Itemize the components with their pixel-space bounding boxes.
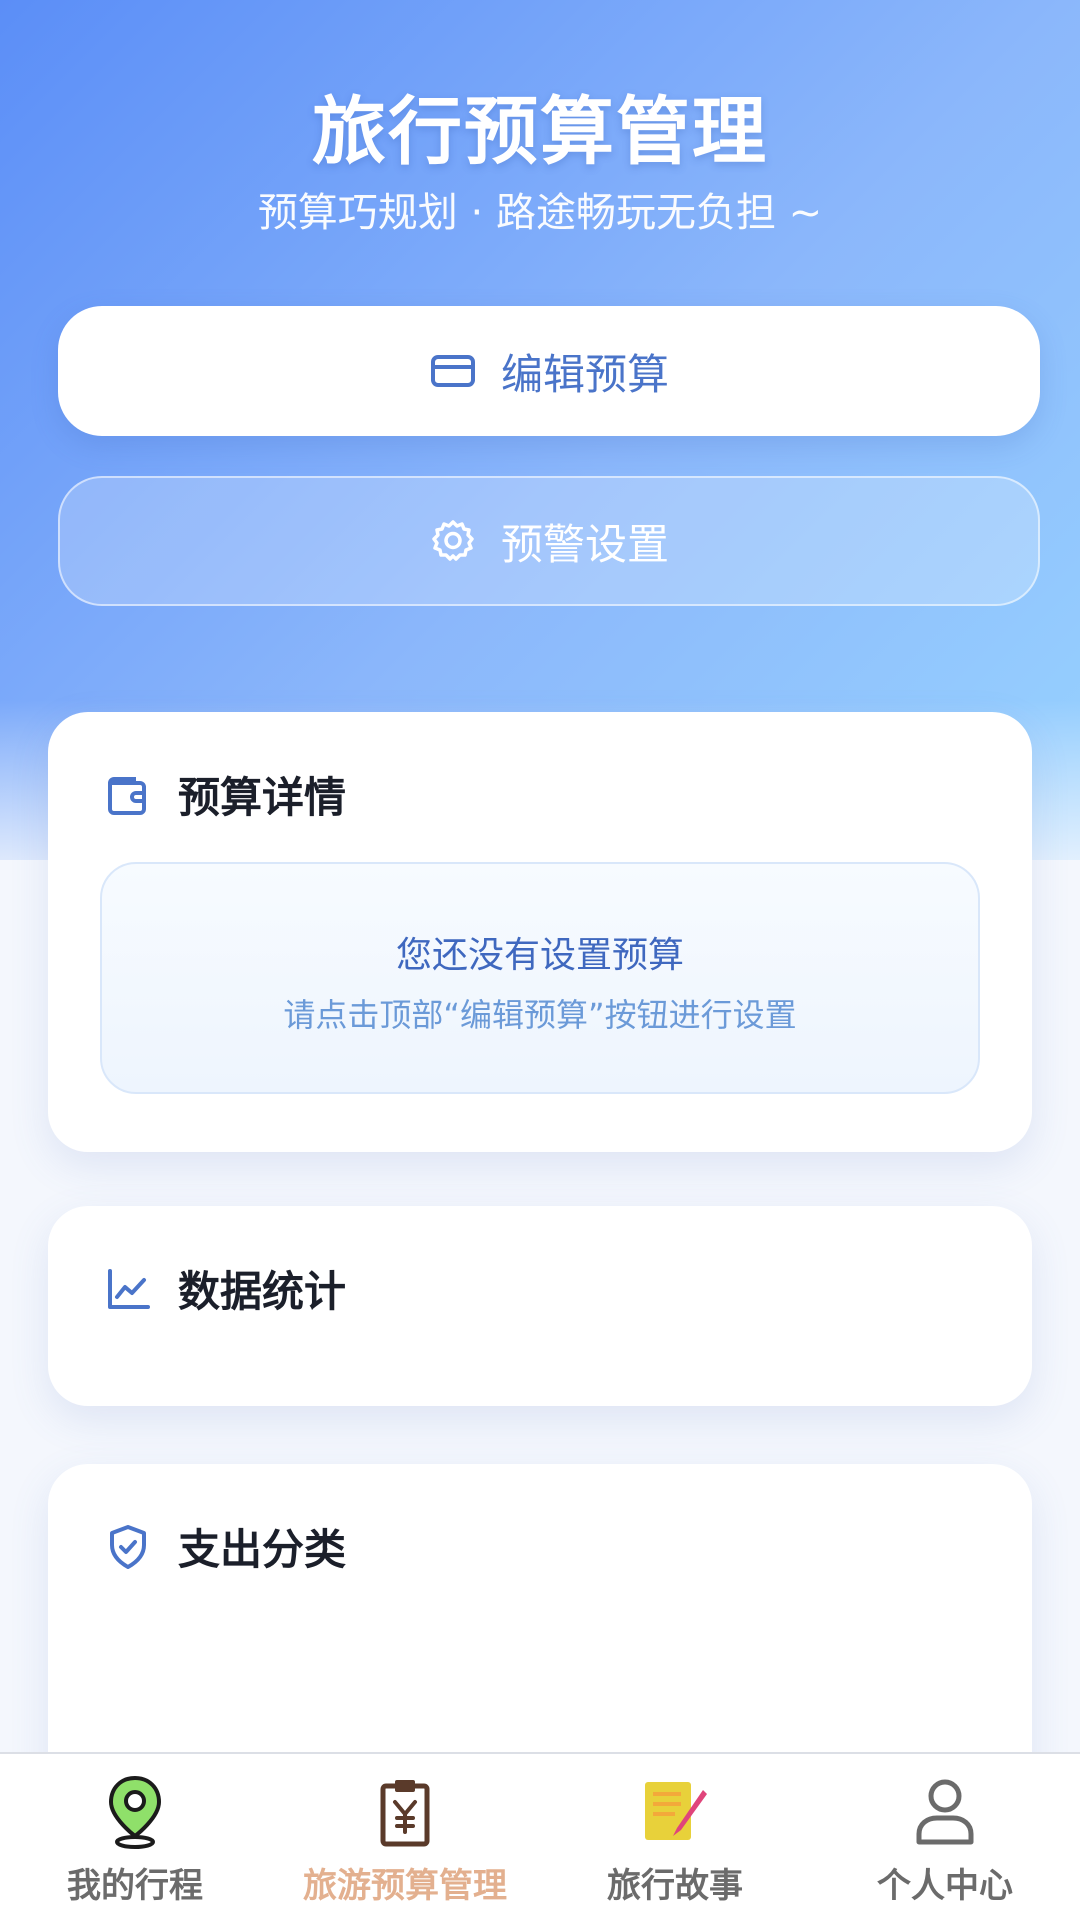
shield-check-icon (104, 1523, 152, 1571)
tab-label: 旅行故事 (607, 1866, 743, 1906)
alert-settings-label: 预警设置 (500, 519, 669, 569)
tab-label: 我的行程 (67, 1866, 203, 1906)
user-icon (905, 1772, 985, 1852)
edit-budget-button[interactable]: 编辑预算 (58, 306, 1040, 436)
budget-page: 旅行预算管理 预算巧规划 · 路途畅玩无负担 ~ 编辑预算 预警设置 预算详情 … (0, 0, 1080, 1920)
statistics-title: 数据统计 (178, 1267, 347, 1316)
tab-budget-management[interactable]: 旅游预算管理 (270, 1754, 540, 1920)
budget-details-title: 预算详情 (178, 773, 347, 822)
bottom-tab-bar: 我的行程 旅游预算管理 旅行故事 个人中心 (0, 1752, 1080, 1920)
empty-state-title: 您还没有设置预算 (395, 935, 684, 976)
page-subtitle: 预算巧规划 · 路途畅玩无负担 ~ (257, 190, 823, 236)
budget-clipboard-icon (365, 1772, 445, 1852)
budget-details-header: 预算详情 (104, 764, 346, 825)
empty-state-hint: 请点击顶部“编辑预算”按钮进行设置 (283, 996, 797, 1034)
gear-icon (429, 517, 477, 565)
tab-my-trips[interactable]: 我的行程 (0, 1754, 270, 1920)
credit-card-icon (429, 347, 477, 395)
statistics-card: 数据统计 (48, 1206, 1032, 1406)
edit-budget-label: 编辑预算 (500, 349, 669, 399)
tab-label: 旅游预算管理 (303, 1866, 507, 1906)
tab-label: 个人中心 (877, 1866, 1013, 1906)
budget-empty-state: 您还没有设置预算 请点击顶部“编辑预算”按钮进行设置 (100, 862, 980, 1094)
expense-category-title: 支出分类 (178, 1525, 347, 1574)
page-title: 旅行预算管理 (312, 89, 768, 175)
expense-category-header: 支出分类 (104, 1516, 346, 1577)
wallet-icon (104, 771, 152, 819)
notebook-pen-icon (635, 1772, 715, 1852)
map-pin-icon (95, 1772, 175, 1852)
tab-profile[interactable]: 个人中心 (810, 1754, 1080, 1920)
budget-details-card: 预算详情 您还没有设置预算 请点击顶部“编辑预算”按钮进行设置 (48, 712, 1032, 1152)
line-chart-icon (104, 1265, 152, 1313)
tab-travel-stories[interactable]: 旅行故事 (540, 1754, 810, 1920)
statistics-header: 数据统计 (104, 1258, 346, 1319)
alert-settings-button[interactable]: 预警设置 (58, 476, 1040, 606)
